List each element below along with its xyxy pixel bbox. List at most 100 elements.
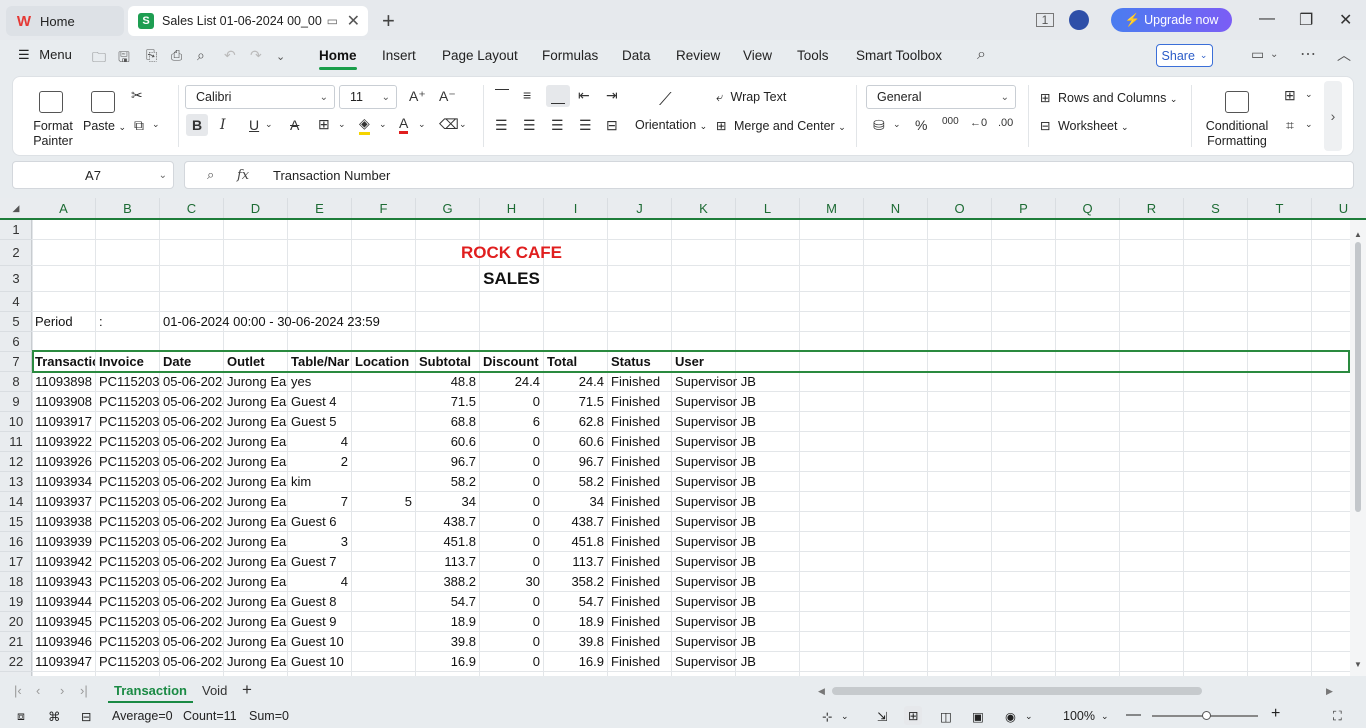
data-cell[interactable]: Finished	[608, 492, 671, 511]
column-header-a[interactable]: A	[32, 198, 96, 218]
page-break-view-icon[interactable]: ▣	[972, 709, 984, 724]
justify-icon[interactable]: ☰	[579, 117, 592, 134]
row-header-21[interactable]: 21	[0, 632, 32, 652]
align-top-icon[interactable]: ⎺	[495, 87, 509, 104]
data-cell[interactable]: Guest 9	[288, 612, 351, 631]
font-color-dropdown-icon[interactable]: ⌄	[418, 119, 426, 130]
data-cell[interactable]: 4	[288, 432, 351, 451]
cell-area[interactable]: ROCK CAFE SALES Period:01-06-2024 00:00 - …	[32, 220, 1350, 676]
tab-home[interactable]: W Home	[6, 6, 124, 36]
data-cell[interactable]: Finished	[608, 652, 671, 671]
data-cell[interactable]: 34	[416, 492, 479, 511]
table-header-cell[interactable]: Total	[544, 352, 607, 371]
ribbon-scroll-right-icon[interactable]: ›	[1324, 81, 1342, 151]
data-cell[interactable]: 68.8	[416, 412, 479, 431]
data-cell[interactable]: 16.9	[416, 652, 479, 671]
data-cell[interactable]: PC115203-	[96, 632, 159, 651]
data-cell[interactable]: PC115203-	[96, 532, 159, 551]
data-cell[interactable]: 0	[480, 652, 543, 671]
row-header-16[interactable]: 16	[0, 532, 32, 552]
data-cell[interactable]: Jurong Eas	[224, 552, 287, 571]
minimize-icon[interactable]: —	[1259, 10, 1275, 28]
report-title[interactable]: ROCK CAFE	[416, 240, 607, 265]
data-cell[interactable]: Jurong Eas	[224, 432, 287, 451]
column-header-p[interactable]: P	[992, 198, 1056, 218]
data-cell[interactable]: 05-06-2024	[160, 652, 223, 671]
column-header-q[interactable]: Q	[1056, 198, 1120, 218]
upgrade-button[interactable]: ⚡ Upgrade now	[1111, 8, 1232, 32]
data-cell[interactable]: 58.2	[544, 472, 607, 491]
data-cell[interactable]: Supervisor JB	[672, 572, 799, 591]
data-cell[interactable]: Guest 7	[288, 552, 351, 571]
new-tab-plus-icon[interactable]: +	[382, 8, 395, 34]
last-sheet-icon[interactable]: ›|	[80, 683, 88, 698]
column-header-c[interactable]: C	[160, 198, 224, 218]
data-cell[interactable]: Supervisor JB	[672, 392, 799, 411]
data-cell[interactable]: PC115203-	[96, 392, 159, 411]
quick-access-dropdown-icon[interactable]: ⌄	[276, 50, 285, 63]
data-cell[interactable]: 16.9	[544, 652, 607, 671]
fullscreen-icon[interactable]: ⛶	[1333, 709, 1342, 724]
column-header-n[interactable]: N	[864, 198, 928, 218]
tab-formulas[interactable]: Formulas	[542, 48, 598, 63]
sheet-tab-void[interactable]: Void	[202, 683, 227, 698]
data-cell[interactable]: 96.7	[416, 452, 479, 471]
data-cell[interactable]: 11093939	[32, 532, 95, 551]
data-cell[interactable]: Supervisor JB	[672, 412, 799, 431]
page-layout-view-icon[interactable]: ◫	[940, 709, 952, 724]
data-cell[interactable]: 05-06-2024	[160, 432, 223, 451]
data-cell[interactable]: 11093943	[32, 572, 95, 591]
data-cell[interactable]: 05-06-2024	[160, 632, 223, 651]
save-icon[interactable]: 🖫	[118, 47, 130, 71]
table-header-cell[interactable]: Transactic	[32, 352, 95, 371]
table-header-cell[interactable]: Subtotal	[416, 352, 479, 371]
data-cell[interactable]: 0	[480, 512, 543, 531]
paste-button[interactable]: Paste ⌄	[83, 119, 126, 133]
column-header-j[interactable]: J	[608, 198, 672, 218]
data-cell[interactable]: 113.7	[544, 552, 607, 571]
protect-icon[interactable]: ⊟	[81, 709, 91, 724]
tab-smart-toolbox[interactable]: Smart Toolbox	[856, 48, 942, 63]
data-cell[interactable]: 62.8	[544, 412, 607, 431]
data-cell[interactable]: Guest 8	[288, 592, 351, 611]
data-cell[interactable]: 0	[480, 452, 543, 471]
cell-style-dropdown-icon[interactable]: ⌄	[1305, 89, 1313, 100]
row-header-4[interactable]: 4	[0, 292, 32, 312]
export-icon[interactable]: ⎘	[146, 47, 157, 64]
tab-data[interactable]: Data	[622, 48, 651, 63]
row-header-9[interactable]: 9	[0, 392, 32, 412]
cell-mode-icon[interactable]: ⧈	[17, 709, 25, 724]
recalc-icon[interactable]: ⊹	[822, 709, 832, 724]
data-cell[interactable]: 48.8	[416, 372, 479, 391]
zoom-level[interactable]: 100%	[1063, 709, 1095, 723]
data-cell[interactable]: Jurong Eas	[224, 572, 287, 591]
cell-style-icon[interactable]: ⊞	[1284, 87, 1296, 104]
recalc-dropdown-icon[interactable]: ⌄	[841, 711, 849, 722]
data-cell[interactable]: 11093942	[32, 552, 95, 571]
data-cell[interactable]: 7	[288, 492, 351, 511]
data-cell[interactable]: Finished	[608, 572, 671, 591]
data-cell[interactable]: 11093946	[32, 632, 95, 651]
copy-icon[interactable]: ⧉	[134, 117, 144, 134]
data-cell[interactable]: Guest 5	[288, 412, 351, 431]
data-cell[interactable]: Jurong Eas	[224, 652, 287, 671]
data-cell[interactable]: 54.7	[416, 592, 479, 611]
period-label[interactable]: Period	[32, 312, 95, 331]
data-cell[interactable]: Jurong Eas	[224, 392, 287, 411]
row-header-2[interactable]: 2	[0, 240, 32, 266]
data-cell[interactable]: 11093934	[32, 472, 95, 491]
data-cell[interactable]: Supervisor JB	[672, 432, 799, 451]
data-cell[interactable]: 60.6	[416, 432, 479, 451]
zoom-in-icon[interactable]: +	[1271, 705, 1280, 723]
data-cell[interactable]: Finished	[608, 612, 671, 631]
column-header-k[interactable]: K	[672, 198, 736, 218]
fill-color-icon[interactable]: ◈	[359, 115, 370, 135]
data-cell[interactable]: 05-06-2024	[160, 372, 223, 391]
decrease-decimal-icon[interactable]: .00	[998, 117, 1013, 129]
italic-icon[interactable]: I	[220, 117, 226, 133]
row-header-5[interactable]: 5	[0, 312, 32, 332]
underline-icon[interactable]: U	[249, 117, 259, 133]
table-header-cell[interactable]: Discount	[480, 352, 543, 371]
redo-icon[interactable]: ↷	[250, 47, 262, 64]
underline-dropdown-icon[interactable]: ⌄	[265, 119, 273, 130]
